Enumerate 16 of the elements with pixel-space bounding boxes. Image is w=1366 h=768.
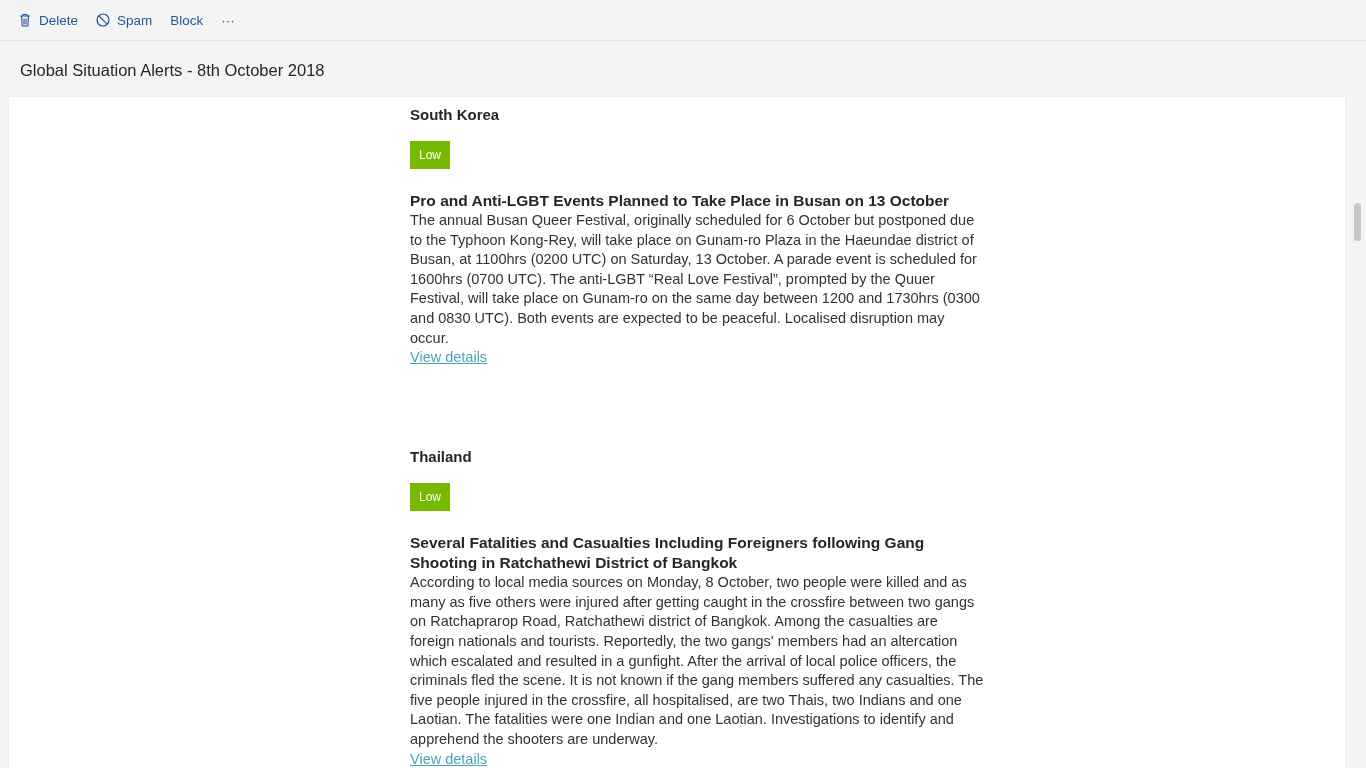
country-heading: South Korea	[410, 105, 501, 125]
scrollbar-thumb[interactable]	[1354, 203, 1361, 241]
toolbar-button[interactable]: ···	[213, 8, 243, 32]
toolbar-button[interactable]: Delete	[10, 8, 87, 32]
severity-badge: Low	[410, 483, 450, 512]
toolbar-button[interactable]: Block	[162, 8, 212, 32]
alert-headline: Pro and Anti-LGBT Events Planned to Take Place in Busan on 13 October	[410, 191, 951, 211]
message-subject: Global Situation Alerts - 8th October 2018	[19, 60, 326, 81]
trash-icon	[18, 13, 32, 27]
toolbar-button[interactable]: Spam	[88, 8, 161, 32]
blocked-icon	[96, 13, 111, 27]
alert-text: The annual Busan Queer Festival, originally scheduled for 6 October but postponed due to the Typhoon Kong-Rey, will take place on Gunam-ro Plaza in the Haeundae district of Busan, at 1100hrs (0200 UTC) on Saturday, 13 October. A parade event is scheduled for 1600hrs (0700 UTC). The anti-LGBT “Real Love Festival”, prompted by the Quuer Festival, will take place on Gunam-ro on the same day between 1200 and 1730hrs (0300 and 0830 UTC). Both events are expected to be peaceful. Localised disruption may occur.	[410, 211, 981, 348]
alert-text: According to local media sources on Monday, 8 October, two people were killed and as many as five others were injured after getting caught in the crossfire between two gangs on Ratchaprarop Road, Ratchathewi district of Bangkok. Among the casualties are foreign nationals and tourists. Reportedly, the two gangs' members had an altercation which escalated and resulted in a gunfight. After the arrival of local police officers, the criminals fled the scene. It is not known if the gang members suffered any casualties. The five people injured in the crossfire, all hospitalised, are two Thais, two Indians and one Laotian. The fatalities were one Indian and one Laotian. Investigations to identify and apprehend the shooters are underway.	[410, 573, 985, 749]
severity-badge: Low	[410, 141, 450, 169]
country-heading: Thailand	[410, 447, 473, 468]
alert-headline: Several Fatalities and Casualties Including Foreigners following Gang Shooting in Ratchathewi District of Bangkok	[410, 533, 926, 574]
